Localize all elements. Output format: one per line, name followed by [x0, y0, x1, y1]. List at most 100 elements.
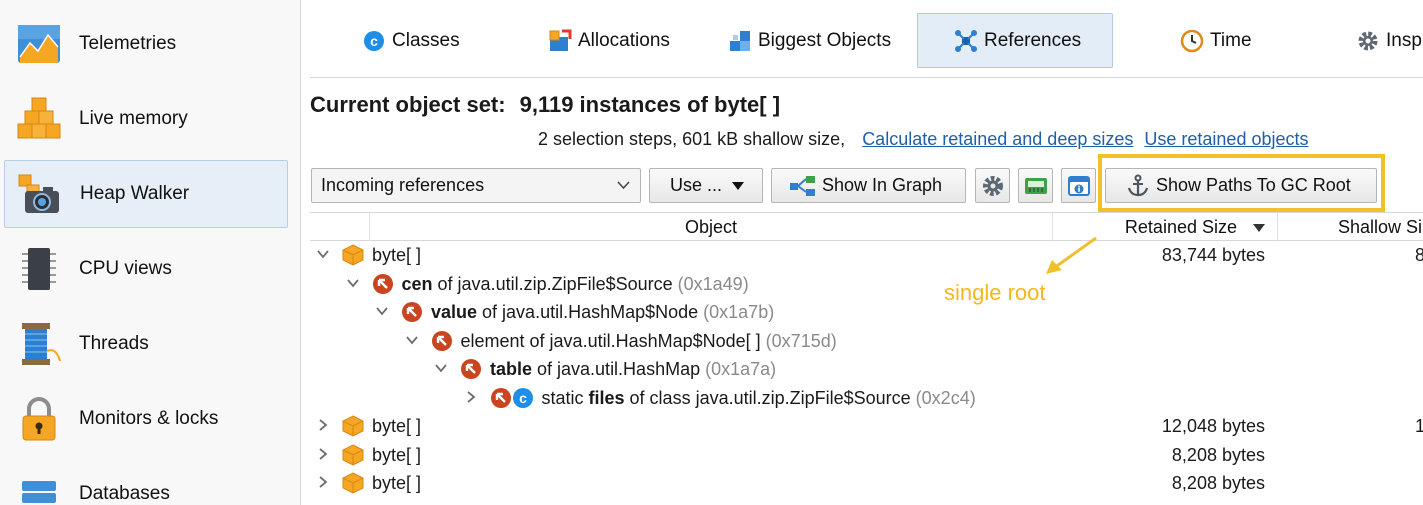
allocations-icon [549, 29, 572, 51]
table-row[interactable]: byte[ ]12,048 bytes12,0 [310, 412, 1423, 440]
sidebar-item-heap-walker[interactable]: Heap Walker [4, 160, 288, 228]
field-name: value [431, 302, 478, 322]
sidebar-item-monitors-locks[interactable]: Monitors & locks [4, 385, 288, 453]
svg-text:c: c [519, 390, 527, 406]
retained-size-cell: 8,208 bytes [1171, 444, 1265, 465]
shallow-size-cell: 12,0 [1415, 416, 1423, 436]
tab-label: Allocations [578, 29, 670, 51]
column-header-label: Retained Size [1124, 216, 1237, 237]
field-name: cen [401, 273, 433, 294]
column-header-label: Shallow Si [1338, 216, 1423, 237]
column-header-spacer [310, 213, 370, 241]
snapshot-icon [1024, 177, 1047, 194]
tab-references[interactable]: References [917, 13, 1113, 68]
chevron-down-icon[interactable] [375, 304, 389, 318]
dropdown-value: Incoming references [321, 175, 485, 195]
reference-arrow-icon [402, 302, 422, 322]
field-name: files [588, 387, 625, 408]
object-type: of class java.util.zip.ZipFile$Source [624, 387, 911, 408]
annotation-highlight-box [1098, 154, 1385, 212]
selection-summary-text: 2 selection steps, 601 kB shallow size, [538, 129, 846, 149]
heap-walker-camera-icon [18, 174, 59, 213]
settings-button[interactable] [975, 168, 1010, 203]
tab-classes[interactable]: c Classes [362, 13, 512, 68]
field-name: table [490, 359, 533, 379]
calculate-retained-sizes-link[interactable]: Calculate retained and deep sizes [862, 129, 1133, 149]
object-type: element of java.util.HashMap$Node[ ] [460, 330, 761, 351]
tab-time[interactable]: Time [1180, 13, 1280, 68]
retained-size-cell: 83,744 bytes [1161, 245, 1265, 265]
padlock-icon [22, 397, 56, 441]
thread-spool-icon [22, 323, 61, 365]
help-info-button[interactable] [1061, 168, 1096, 203]
object-type: of java.util.zip.ZipFile$Source [432, 273, 673, 294]
sidebar-item-label: Monitors & locks [79, 408, 219, 429]
tab-biggest-objects[interactable]: Biggest Objects [728, 13, 908, 68]
retained-size-cell: 12,048 bytes [1161, 416, 1265, 436]
tab-label: Time [1210, 29, 1252, 51]
graph-icon [790, 175, 815, 196]
sidebar-item-threads[interactable]: Threads [4, 310, 288, 378]
sidebar-item-cpu-views[interactable]: CPU views [4, 235, 288, 303]
table-row[interactable]: table of java.util.HashMap (0x1a7a) [310, 355, 1423, 383]
sidebar-item-label: Live memory [79, 108, 188, 129]
sidebar-item-label: Threads [79, 333, 149, 354]
reference-mode-dropdown[interactable]: Incoming references [311, 168, 641, 203]
tab-inspections[interactable]: Insp [1356, 13, 1423, 68]
database-icon [22, 481, 56, 503]
reference-arrow-icon [490, 387, 511, 408]
gear-icon [982, 175, 1003, 196]
static-modifier: static [541, 387, 589, 408]
chevron-down-icon[interactable] [434, 361, 448, 375]
biggest-objects-icon [730, 30, 750, 51]
show-in-graph-button[interactable]: Show In Graph [771, 168, 966, 203]
object-id: (0x1a49) [672, 273, 749, 294]
references-icon [955, 29, 977, 52]
chevron-down-icon [617, 181, 630, 190]
use-menu-label: Use ... [670, 175, 723, 195]
pause-calculation-button[interactable] [1018, 168, 1053, 203]
row-object-text: element of java.util.HashMap$Node[ ] (0x… [461, 331, 837, 352]
table-row[interactable]: value of java.util.HashMap$Node (0x1a7b) [310, 298, 1423, 326]
table-header: Object Retained Size Shallow Si [310, 212, 1423, 241]
row-object-text: static files of class java.util.zip.ZipF… [542, 388, 976, 409]
use-menu-button[interactable]: Use ... [649, 168, 763, 203]
tab-label: References [984, 29, 1082, 51]
telemetry-chart-icon [18, 25, 60, 63]
table-row[interactable]: byte[ ]8,208 bytes8,2 [310, 469, 1423, 497]
view-tab-bar: c Classes Allocations Biggest Objects Re… [310, 0, 1423, 78]
selection-summary: 2 selection steps, 601 kB shallow size, … [538, 129, 1308, 150]
object-type: of java.util.HashMap [532, 359, 701, 379]
shallow-size-cell: 83,7 [1415, 245, 1423, 265]
table-row[interactable]: cen of java.util.zip.ZipFile$Source (0x1… [310, 270, 1423, 298]
sort-descending-icon [1253, 224, 1265, 232]
use-retained-objects-link[interactable]: Use retained objects [1144, 129, 1308, 149]
tab-label: Biggest Objects [758, 29, 892, 51]
object-id: (0x715d) [760, 330, 837, 351]
sidebar-item-telemetries[interactable]: Telemetries [4, 10, 288, 78]
svg-text:c: c [370, 33, 378, 49]
sidebar-item-databases[interactable]: Databases [4, 460, 288, 505]
row-object-text: value of java.util.HashMap$Node (0x1a7b) [431, 302, 774, 323]
sidebar-item-live-memory[interactable]: Live memory [4, 85, 288, 153]
cpu-chip-icon [22, 248, 56, 290]
chevron-down-icon[interactable] [346, 276, 360, 290]
live-memory-blocks-icon [17, 97, 61, 139]
sidebar-item-label: CPU views [79, 258, 172, 279]
table-row[interactable]: element of java.util.HashMap$Node[ ] (0x… [310, 327, 1423, 355]
tab-allocations[interactable]: Allocations [548, 13, 708, 68]
chevron-down-icon[interactable] [405, 333, 419, 347]
table-row[interactable]: byte[ ]8,208 bytes8,2 [310, 441, 1423, 469]
sidebar: Telemetries Live memory Heap Walker CPU … [0, 0, 301, 505]
row-object-text: cen of java.util.zip.ZipFile$Source (0x1… [402, 274, 749, 295]
gear-icon [1358, 31, 1378, 50]
column-header-object[interactable]: Object [370, 213, 1053, 241]
table-row[interactable]: c static files of class java.util.zip.Zip… [310, 384, 1423, 412]
table-row[interactable]: byte[ ]83,744 bytes83,7 [310, 241, 1423, 269]
chevron-right-icon[interactable] [464, 390, 478, 404]
sidebar-item-label: Heap Walker [80, 183, 190, 204]
show-in-graph-label: Show In Graph [822, 175, 943, 195]
object-id: (0x1a7a) [700, 359, 777, 379]
reference-arrow-icon [431, 330, 452, 351]
column-header-shallow-size[interactable]: Shallow Si [1278, 213, 1423, 241]
